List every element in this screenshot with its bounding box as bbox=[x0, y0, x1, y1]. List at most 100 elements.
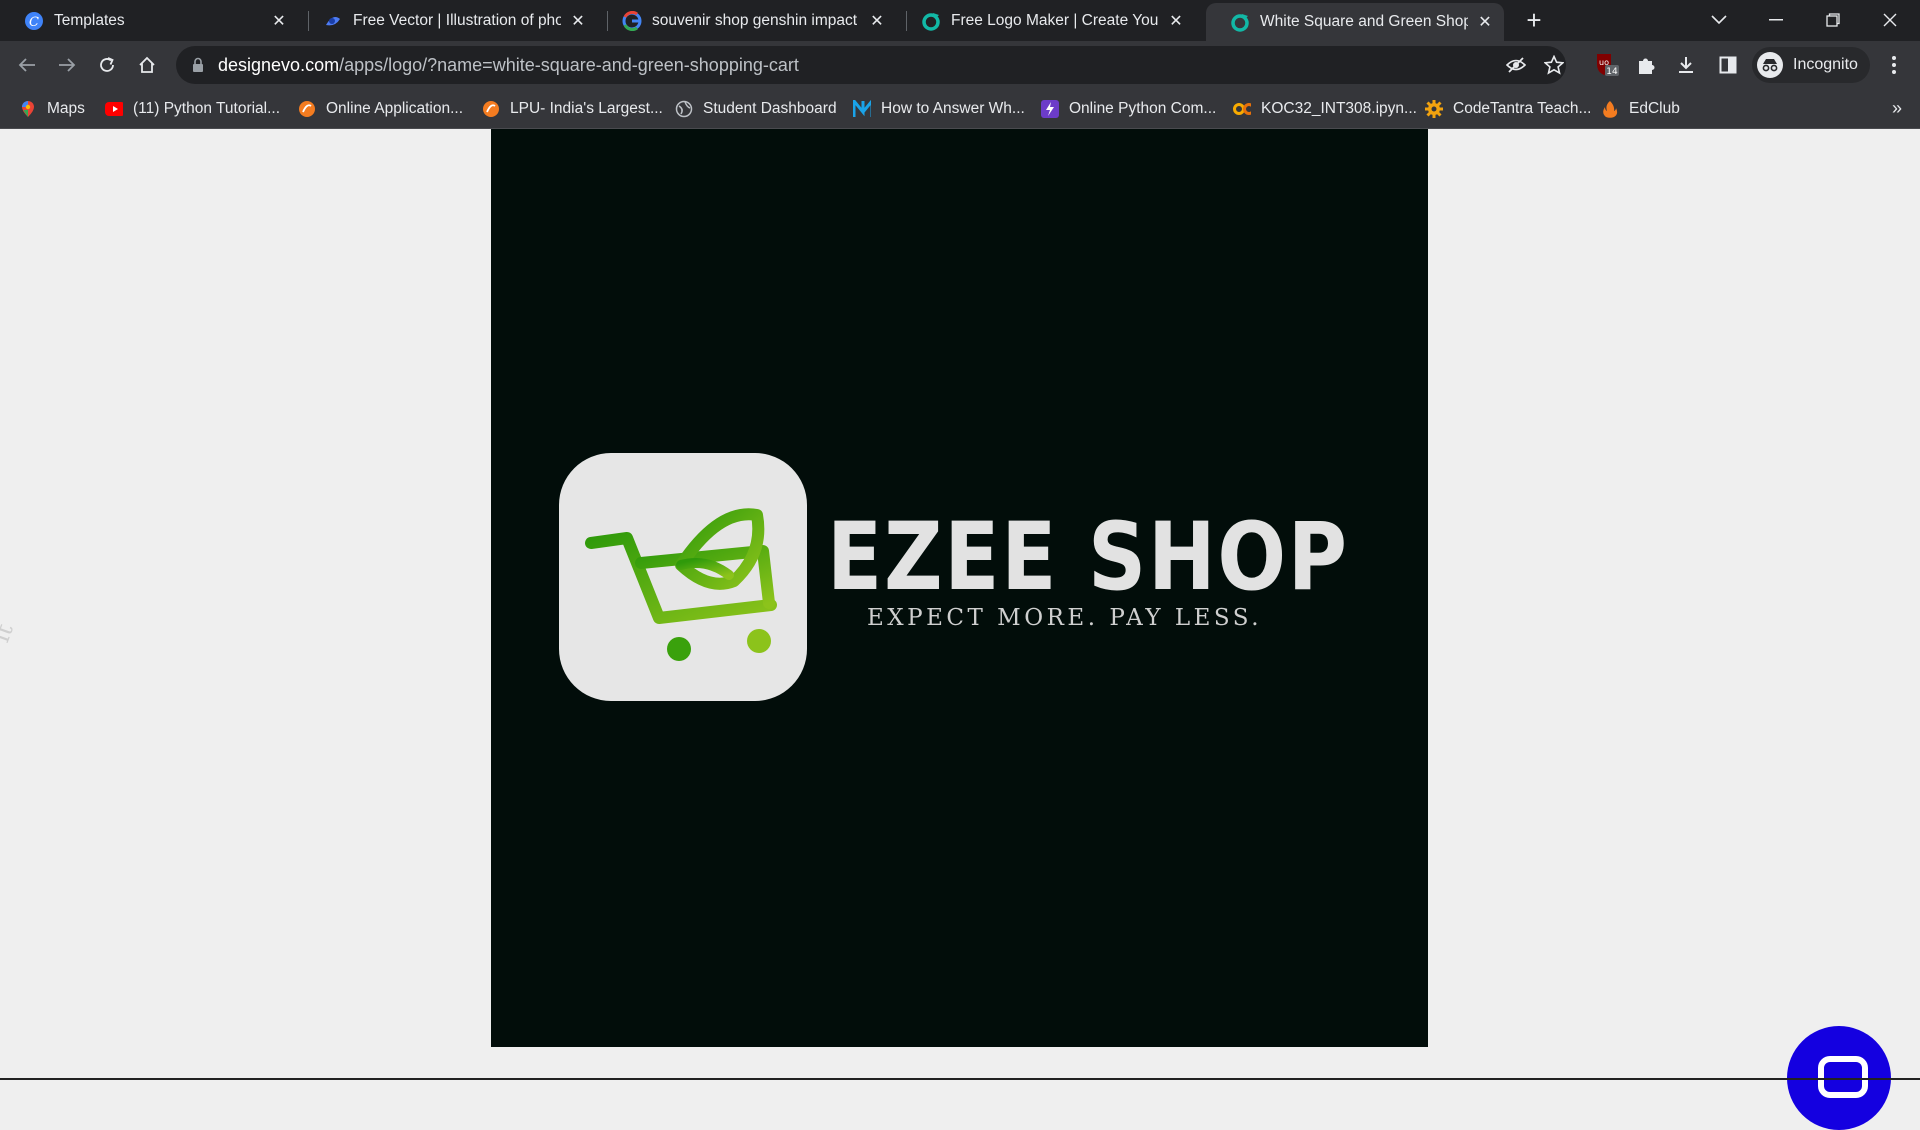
download-icon bbox=[1679, 57, 1693, 73]
incognito-icon bbox=[1757, 52, 1783, 78]
tab-search-button[interactable] bbox=[1691, 0, 1747, 40]
browser-toolbar: designevo.com/apps/logo/?name=white-squa… bbox=[0, 41, 1920, 89]
close-tab-icon[interactable]: ✕ bbox=[868, 11, 886, 31]
forward-button[interactable] bbox=[51, 49, 83, 81]
bookmark-how-to-answer[interactable]: How to Answer Wh... bbox=[853, 89, 1025, 129]
minimize-icon bbox=[1769, 19, 1783, 21]
flame-icon bbox=[1601, 100, 1619, 118]
lock-icon bbox=[193, 57, 203, 72]
tab-free-vector[interactable]: Free Vector | Illustration of photo ✕ bbox=[299, 0, 597, 41]
bookmark-edclub[interactable]: EdClub bbox=[1601, 89, 1680, 129]
bookmark-label: How to Answer Wh... bbox=[881, 100, 1025, 117]
maps-icon bbox=[19, 100, 37, 118]
restore-button[interactable] bbox=[1805, 0, 1861, 40]
logo-preview-canvas: EZEE SHOP EXPECT MORE. PAY LESS. bbox=[491, 129, 1428, 1047]
incognito-profile-button[interactable]: Incognito bbox=[1752, 47, 1870, 83]
arrow-right-icon bbox=[59, 58, 76, 72]
shopping-cart-icon bbox=[585, 508, 777, 661]
tab-strip: C Templates ✕ Free Vector | Illustration… bbox=[0, 0, 1920, 41]
home-button[interactable] bbox=[131, 49, 163, 81]
brand-name: EZEE SHOP bbox=[827, 503, 1349, 612]
reload-button[interactable] bbox=[91, 49, 123, 81]
url-path: /apps/logo/?name=white-square-and-green-… bbox=[339, 55, 799, 75]
bookmark-maps[interactable]: Maps bbox=[19, 89, 85, 129]
close-tab-icon[interactable]: ✕ bbox=[1476, 12, 1494, 32]
logo-tile bbox=[559, 453, 807, 701]
close-tab-icon[interactable]: ✕ bbox=[569, 11, 587, 31]
chat-icon bbox=[1818, 1056, 1868, 1098]
kebab-menu-icon bbox=[1892, 56, 1896, 74]
bookmark-codetantra[interactable]: CodeTantra Teach... bbox=[1425, 89, 1591, 129]
freepik-icon bbox=[323, 11, 343, 31]
bookmark-label: Online Application... bbox=[326, 100, 464, 117]
tab-white-square-logo[interactable]: White Square and Green Shoppin ✕ bbox=[1206, 3, 1504, 41]
side-ghost-text: it bbox=[0, 620, 19, 646]
youtube-icon bbox=[105, 100, 123, 118]
back-button[interactable] bbox=[11, 49, 43, 81]
bookmarks-bar: Maps (11) Python Tutorial... Online Appl… bbox=[0, 89, 1920, 129]
extension-badge: 14 bbox=[1606, 67, 1618, 77]
designevo-icon bbox=[1230, 12, 1250, 32]
minimize-button[interactable] bbox=[1748, 0, 1804, 40]
close-icon bbox=[1883, 13, 1897, 27]
puzzle-icon bbox=[1639, 58, 1655, 74]
reload-icon bbox=[100, 57, 114, 72]
tab-logo-maker[interactable]: Free Logo Maker | Create Your Lo ✕ bbox=[897, 0, 1195, 41]
arrow-left-icon bbox=[18, 58, 35, 72]
bookmark-python-tutorial[interactable]: (11) Python Tutorial... bbox=[105, 89, 280, 129]
restore-icon bbox=[1826, 13, 1840, 27]
tab-google-search[interactable]: souvenir shop genshin impact - G ✕ bbox=[598, 0, 896, 41]
lpu-icon bbox=[482, 100, 500, 118]
star-icon[interactable] bbox=[1544, 55, 1564, 75]
tab-title: White Square and Green Shoppin bbox=[1260, 13, 1468, 30]
bookmark-label: Online Python Com... bbox=[1069, 100, 1217, 117]
eye-off-icon[interactable] bbox=[1506, 56, 1526, 74]
address-bar[interactable]: designevo.com/apps/logo/?name=white-squa… bbox=[176, 46, 1566, 84]
google-icon bbox=[622, 10, 642, 31]
url-host: designevo.com bbox=[218, 55, 340, 75]
side-panel-icon bbox=[1719, 56, 1737, 74]
bookmark-colab-notebook[interactable]: KOC32_INT308.ipyn... bbox=[1233, 89, 1417, 129]
canva-icon: C bbox=[24, 11, 44, 31]
incognito-label: Incognito bbox=[1793, 56, 1858, 73]
bolt-icon bbox=[1041, 100, 1059, 118]
extension-ublock-button[interactable]: uo 14 bbox=[1590, 49, 1622, 81]
globe-icon bbox=[675, 100, 693, 118]
more-bookmarks-button[interactable]: » bbox=[1892, 98, 1902, 119]
bookmark-label: EdClub bbox=[1629, 100, 1680, 117]
gear-icon bbox=[1425, 100, 1443, 118]
tab-title: Free Logo Maker | Create Your Lo bbox=[951, 11, 1159, 29]
bookmark-label: LPU- India's Largest... bbox=[510, 100, 663, 117]
bookmark-label: Student Dashboard bbox=[703, 100, 837, 117]
page-content: it EZEE SHOP EXPECT MORE. PAY LESS. bbox=[0, 129, 1920, 1130]
chrome-menu-button[interactable] bbox=[1878, 49, 1910, 81]
colab-icon bbox=[1233, 100, 1251, 118]
bookmark-label: Maps bbox=[47, 100, 85, 117]
bookmark-online-python[interactable]: Online Python Com... bbox=[1041, 89, 1216, 129]
bookmark-label: KOC32_INT308.ipyn... bbox=[1261, 100, 1417, 117]
n-logo-icon bbox=[853, 100, 871, 118]
url-text: designevo.com/apps/logo/?name=white-squa… bbox=[218, 55, 799, 76]
close-tab-icon[interactable]: ✕ bbox=[1167, 11, 1185, 31]
close-tab-icon[interactable]: ✕ bbox=[270, 11, 288, 31]
bookmark-online-application[interactable]: Online Application... bbox=[298, 89, 463, 129]
close-window-button[interactable] bbox=[1862, 0, 1918, 40]
svg-text:C: C bbox=[29, 15, 39, 30]
bookmark-lpu[interactable]: LPU- India's Largest... bbox=[482, 89, 663, 129]
extensions-button[interactable] bbox=[1630, 49, 1662, 81]
tab-title: Free Vector | Illustration of photo bbox=[353, 11, 561, 29]
chevron-down-icon bbox=[1711, 15, 1727, 25]
home-icon bbox=[139, 56, 155, 73]
bookmark-label: CodeTantra Teach... bbox=[1453, 100, 1592, 117]
downloads-button[interactable] bbox=[1670, 49, 1702, 81]
bookmark-student-dashboard[interactable]: Student Dashboard bbox=[675, 89, 837, 129]
tab-templates[interactable]: C Templates ✕ bbox=[0, 0, 298, 41]
tab-title: souvenir shop genshin impact - G bbox=[652, 11, 860, 29]
designevo-icon bbox=[921, 11, 941, 31]
brand-tagline: EXPECT MORE. PAY LESS. bbox=[867, 605, 1263, 631]
side-panel-button[interactable] bbox=[1712, 49, 1744, 81]
lpu-icon bbox=[298, 100, 316, 118]
new-tab-button[interactable]: + bbox=[1520, 6, 1548, 34]
bookmark-label: (11) Python Tutorial... bbox=[133, 100, 281, 117]
tab-title: Templates bbox=[54, 11, 125, 29]
